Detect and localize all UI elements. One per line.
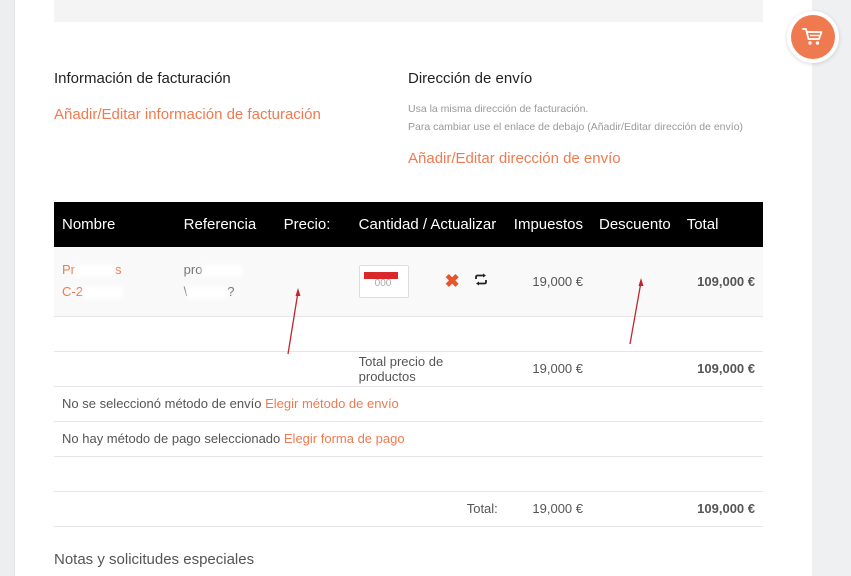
header-quantity: Cantidad / Actualizar xyxy=(350,202,506,247)
cart-icon xyxy=(791,15,835,59)
product-ref-line1: pro xyxy=(183,262,203,278)
payment-method-text: No hay método de pago seleccionado xyxy=(62,431,281,446)
shipping-note-line1: Usa la misma dirección de facturación. xyxy=(408,103,589,115)
choose-shipping-link[interactable]: Elegir método de envío xyxy=(265,396,399,411)
product-name-line1b: s xyxy=(115,262,122,278)
product-total-cell: 109,000 € xyxy=(678,247,763,317)
choose-payment-link[interactable]: Elegir forma de pago xyxy=(284,431,405,446)
shipping-method-row: No se seleccionó método de envío Elegir … xyxy=(54,386,763,422)
grand-total-row: Total: 19,000 € 109,000 € xyxy=(54,491,763,527)
cart-button[interactable] xyxy=(787,11,839,63)
quantity-value: 000 xyxy=(374,277,392,289)
shipping-note-line2: Para cambiar use el enlace de debajo (Añ… xyxy=(408,121,744,133)
grand-total-value: 109,000 € xyxy=(678,491,763,527)
subtotal-row: Total precio de productos 19,000 € 109,0… xyxy=(54,351,763,387)
grand-total-label: Total: xyxy=(350,491,506,527)
header-tax: Impuestos xyxy=(505,202,591,247)
product-price-cell xyxy=(275,247,351,317)
quantity-input[interactable]: 000 xyxy=(358,264,409,298)
header-price: Precio: xyxy=(275,202,351,247)
product-discount-cell xyxy=(591,247,679,317)
header-total: Total xyxy=(678,202,763,247)
payment-method-row: No hay método de pago seleccionado Elegi… xyxy=(54,421,763,457)
shipping-method-text: No se seleccionó método de envío xyxy=(62,396,262,411)
product-name-link[interactable]: Pr s C-2 xyxy=(62,259,168,303)
table-row xyxy=(54,316,763,352)
redacted-text xyxy=(202,264,243,277)
product-name-cell[interactable]: Pr s C-2 xyxy=(54,247,176,317)
product-tax-cell: 19,000 € xyxy=(505,247,591,317)
header-name: Nombre xyxy=(54,202,176,247)
product-name-line1: Pr xyxy=(62,262,75,278)
product-ref-line2b: ? xyxy=(227,284,235,300)
product-reference-cell: pro \? xyxy=(175,247,276,317)
product-name-line2: C-2 xyxy=(62,284,83,300)
edit-billing-link[interactable]: Añadir/Editar información de facturación xyxy=(54,106,321,123)
close-icon[interactable]: ✖ xyxy=(445,271,460,292)
subtotal-tax: 19,000 € xyxy=(505,351,591,387)
redacted-text xyxy=(75,264,115,277)
edit-shipping-link[interactable]: Añadir/Editar dirección de envío xyxy=(408,150,621,167)
header-discount: Descuento xyxy=(591,202,679,247)
subtotal-label: Total precio de productos xyxy=(350,351,506,387)
top-band xyxy=(54,0,763,22)
cart-table: Nombre Referencia Precio: Cantidad / Act… xyxy=(54,202,763,527)
table-header-row: Nombre Referencia Precio: Cantidad / Act… xyxy=(54,202,763,247)
table-row xyxy=(54,456,763,492)
product-quantity-cell: 000 ✖ xyxy=(350,247,506,317)
shipping-title: Dirección de envío xyxy=(408,70,533,87)
notes-title: Notas y solicitudes especiales xyxy=(54,551,255,568)
redacted-text xyxy=(187,286,228,299)
billing-title: Información de facturación xyxy=(54,70,231,87)
refresh-icon[interactable] xyxy=(474,273,488,290)
subtotal-total: 109,000 € xyxy=(678,351,763,387)
header-reference: Referencia xyxy=(175,202,276,247)
table-row: Pr s C-2 pro \? 000 ✖ 19,000 € 109,000 € xyxy=(54,247,763,317)
page-margin-right xyxy=(812,0,851,576)
redacted-text xyxy=(82,286,123,299)
grand-total-tax: 19,000 € xyxy=(505,491,591,527)
